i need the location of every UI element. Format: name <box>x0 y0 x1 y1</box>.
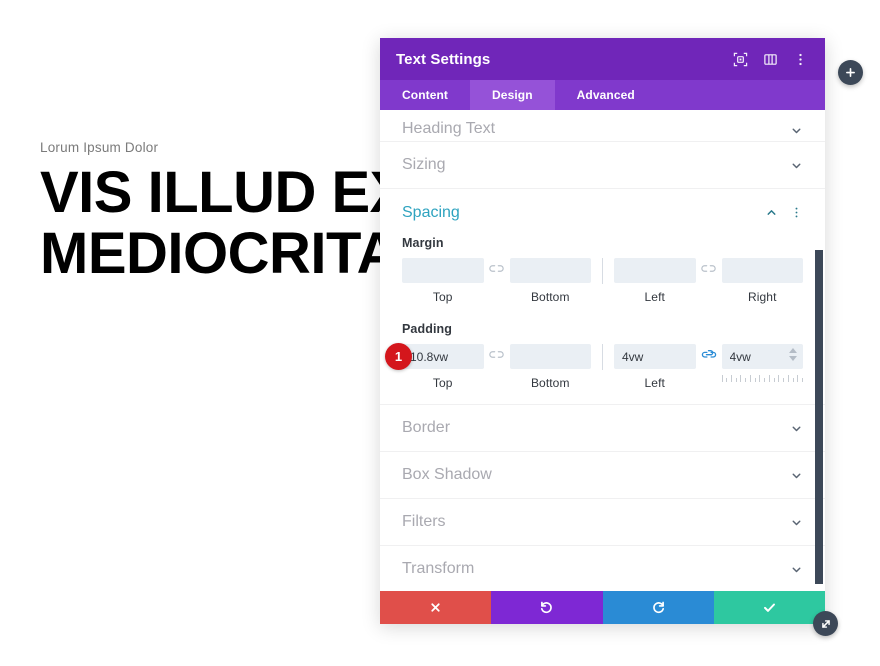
section-sizing[interactable]: Sizing <box>380 142 825 189</box>
margin-right-field: Right <box>721 258 803 304</box>
section-spacing-label: Spacing <box>402 203 460 221</box>
padding-right-field <box>721 344 804 382</box>
screen: Lorum Ipsum Dolor VIS ILLUD EX MEDIOCRIT… <box>0 0 880 666</box>
margin-top-bottom-link-icon[interactable] <box>484 258 510 274</box>
padding-right-stepper[interactable] <box>789 348 797 361</box>
padding-left-label: Left <box>644 376 665 390</box>
save-button[interactable] <box>713 591 825 624</box>
section-heading-text-label: Heading Text <box>402 120 496 137</box>
panel-body: Heading Text Sizing Spacing Margin Top B… <box>380 110 825 591</box>
margin-label: Margin <box>402 236 444 250</box>
chevron-up-icon[interactable] <box>765 206 778 219</box>
margin-fields: Top Bottom Left Right <box>402 258 803 304</box>
section-filters-label: Filters <box>402 513 446 530</box>
more-options-icon[interactable] <box>792 51 809 68</box>
padding-top-input[interactable] <box>402 344 484 369</box>
padding-bottom-input[interactable] <box>509 344 591 369</box>
margin-bottom-field: Bottom <box>509 258 591 304</box>
padding-bottom-field: Bottom <box>509 344 591 390</box>
margin-top-label: Top <box>432 290 453 304</box>
tab-advanced[interactable]: Advanced <box>555 80 657 110</box>
chevron-down-icon <box>790 124 803 137</box>
padding-group: Padding 1 Top <box>380 322 825 390</box>
margin-left-input[interactable] <box>614 258 696 283</box>
padding-top-label: Top <box>432 376 453 390</box>
tab-design[interactable]: Design <box>470 80 555 110</box>
padding-left-input[interactable] <box>614 344 696 369</box>
section-box-shadow[interactable]: Box Shadow <box>380 452 825 499</box>
section-spacing: Spacing Margin Top Bottom Left Right Pad… <box>380 189 825 405</box>
margin-left-right-link-icon[interactable] <box>696 258 722 274</box>
chevron-down-icon <box>790 159 803 172</box>
chevron-down-icon <box>790 469 803 482</box>
margin-top-field: Top <box>402 258 484 304</box>
section-transform-label: Transform <box>402 560 475 577</box>
plus-icon <box>844 66 857 79</box>
section-transform[interactable]: Transform <box>380 546 825 591</box>
padding-right-ruler <box>721 373 804 382</box>
padding-top-bottom-link-icon[interactable] <box>484 344 510 360</box>
section-filters[interactable]: Filters <box>380 499 825 546</box>
padding-top-field: Top <box>402 344 484 390</box>
cancel-button[interactable] <box>380 591 492 624</box>
panel-header: Text Settings <box>380 38 825 80</box>
section-spacing-header[interactable]: Spacing <box>380 189 825 236</box>
resize-panel-button[interactable] <box>813 611 838 636</box>
chevron-down-icon <box>790 563 803 576</box>
padding-left-right-link-icon[interactable] <box>696 344 722 360</box>
chevron-down-icon <box>790 422 803 435</box>
step-badge: 1 <box>385 343 412 370</box>
add-module-button[interactable] <box>838 60 863 85</box>
padding-fields: 1 Top <box>385 343 804 390</box>
undo-icon <box>539 600 554 615</box>
redo-icon <box>651 600 666 615</box>
section-border-label: Border <box>402 419 451 436</box>
section-options-icon[interactable] <box>790 206 803 219</box>
panel-tabbar: Content Design Advanced <box>380 80 825 110</box>
check-icon <box>762 600 777 615</box>
padding-left-field: Left <box>614 344 696 390</box>
panel-header-icons <box>732 51 809 68</box>
columns-layout-icon[interactable] <box>762 51 779 68</box>
responsive-preview-icon[interactable] <box>732 51 749 68</box>
padding-bottom-label: Bottom <box>530 376 570 390</box>
padding-label: Padding <box>402 322 453 336</box>
close-icon <box>429 601 442 614</box>
margin-bottom-label: Bottom <box>530 290 570 304</box>
margin-right-label: Right <box>747 290 777 304</box>
tab-content[interactable]: Content <box>380 80 470 110</box>
stepper-up-icon[interactable] <box>789 348 797 353</box>
margin-left-label: Left <box>644 290 665 304</box>
chevron-down-icon <box>790 516 803 529</box>
margin-top-input[interactable] <box>402 258 484 283</box>
panel-scrollbar[interactable] <box>815 250 823 584</box>
margin-group: Margin Top Bottom Left Right <box>380 236 825 304</box>
section-box-shadow-label: Box Shadow <box>402 466 492 483</box>
section-sizing-label: Sizing <box>402 156 446 173</box>
section-heading-text[interactable]: Heading Text <box>380 110 825 142</box>
panel-footer <box>380 591 825 624</box>
resize-handle-icon <box>819 617 833 631</box>
margin-divider <box>602 258 603 284</box>
margin-right-input[interactable] <box>721 258 803 283</box>
margin-bottom-input[interactable] <box>509 258 591 283</box>
panel-title: Text Settings <box>396 50 491 68</box>
undo-button[interactable] <box>491 591 603 624</box>
redo-button[interactable] <box>602 591 714 624</box>
margin-left-field: Left <box>614 258 696 304</box>
padding-divider <box>602 344 603 370</box>
text-settings-panel: Text Settings Content Design Advanced He… <box>380 38 825 624</box>
stepper-down-icon[interactable] <box>789 356 797 361</box>
section-border[interactable]: Border <box>380 405 825 452</box>
